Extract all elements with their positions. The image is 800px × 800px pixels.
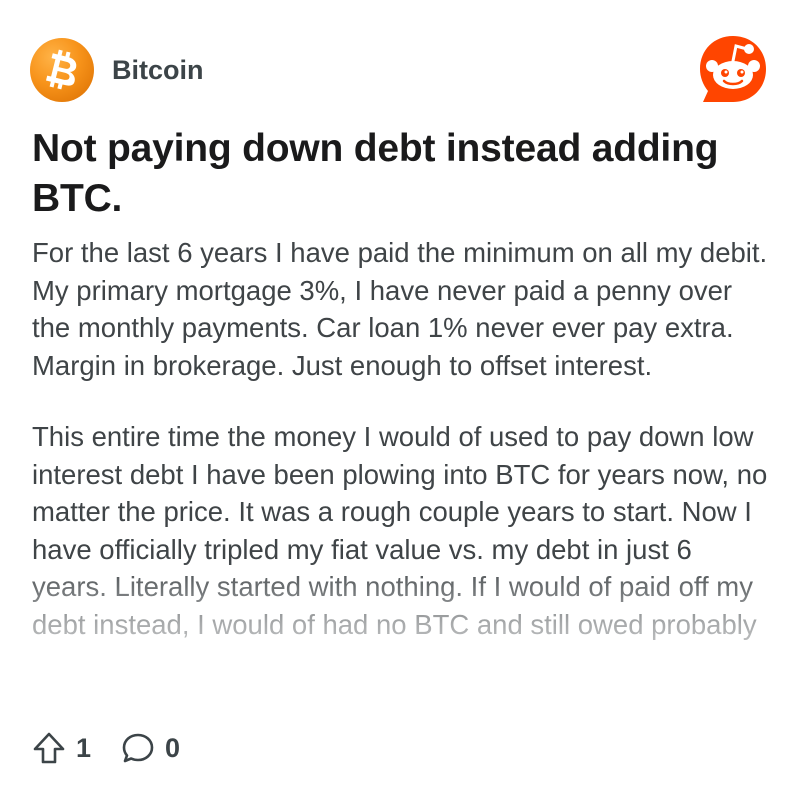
reddit-snoo-icon bbox=[700, 36, 766, 102]
post-title[interactable]: Not paying down debt instead adding BTC. bbox=[32, 124, 772, 224]
comment-bubble-icon bbox=[122, 733, 154, 763]
post-header: Bitcoin bbox=[30, 36, 770, 102]
subreddit-name[interactable]: Bitcoin bbox=[112, 55, 204, 86]
comment-count: 0 bbox=[165, 732, 181, 763]
text-fade-overlay bbox=[0, 560, 800, 720]
post-paragraph-1: For the last 6 years I have paid the min… bbox=[32, 237, 768, 381]
upvote-button[interactable]: 1 bbox=[32, 731, 91, 765]
post-card[interactable]: Bitcoin Not paying down debt instead add… bbox=[0, 0, 800, 800]
comments-button[interactable]: 0 bbox=[121, 731, 180, 765]
bitcoin-glyph bbox=[45, 49, 77, 90]
upvote-count: 1 bbox=[76, 732, 92, 763]
upvote-arrow-icon bbox=[33, 732, 65, 764]
post-actions: 1 0 bbox=[32, 728, 210, 768]
bitcoin-b-icon[interactable] bbox=[30, 38, 94, 102]
